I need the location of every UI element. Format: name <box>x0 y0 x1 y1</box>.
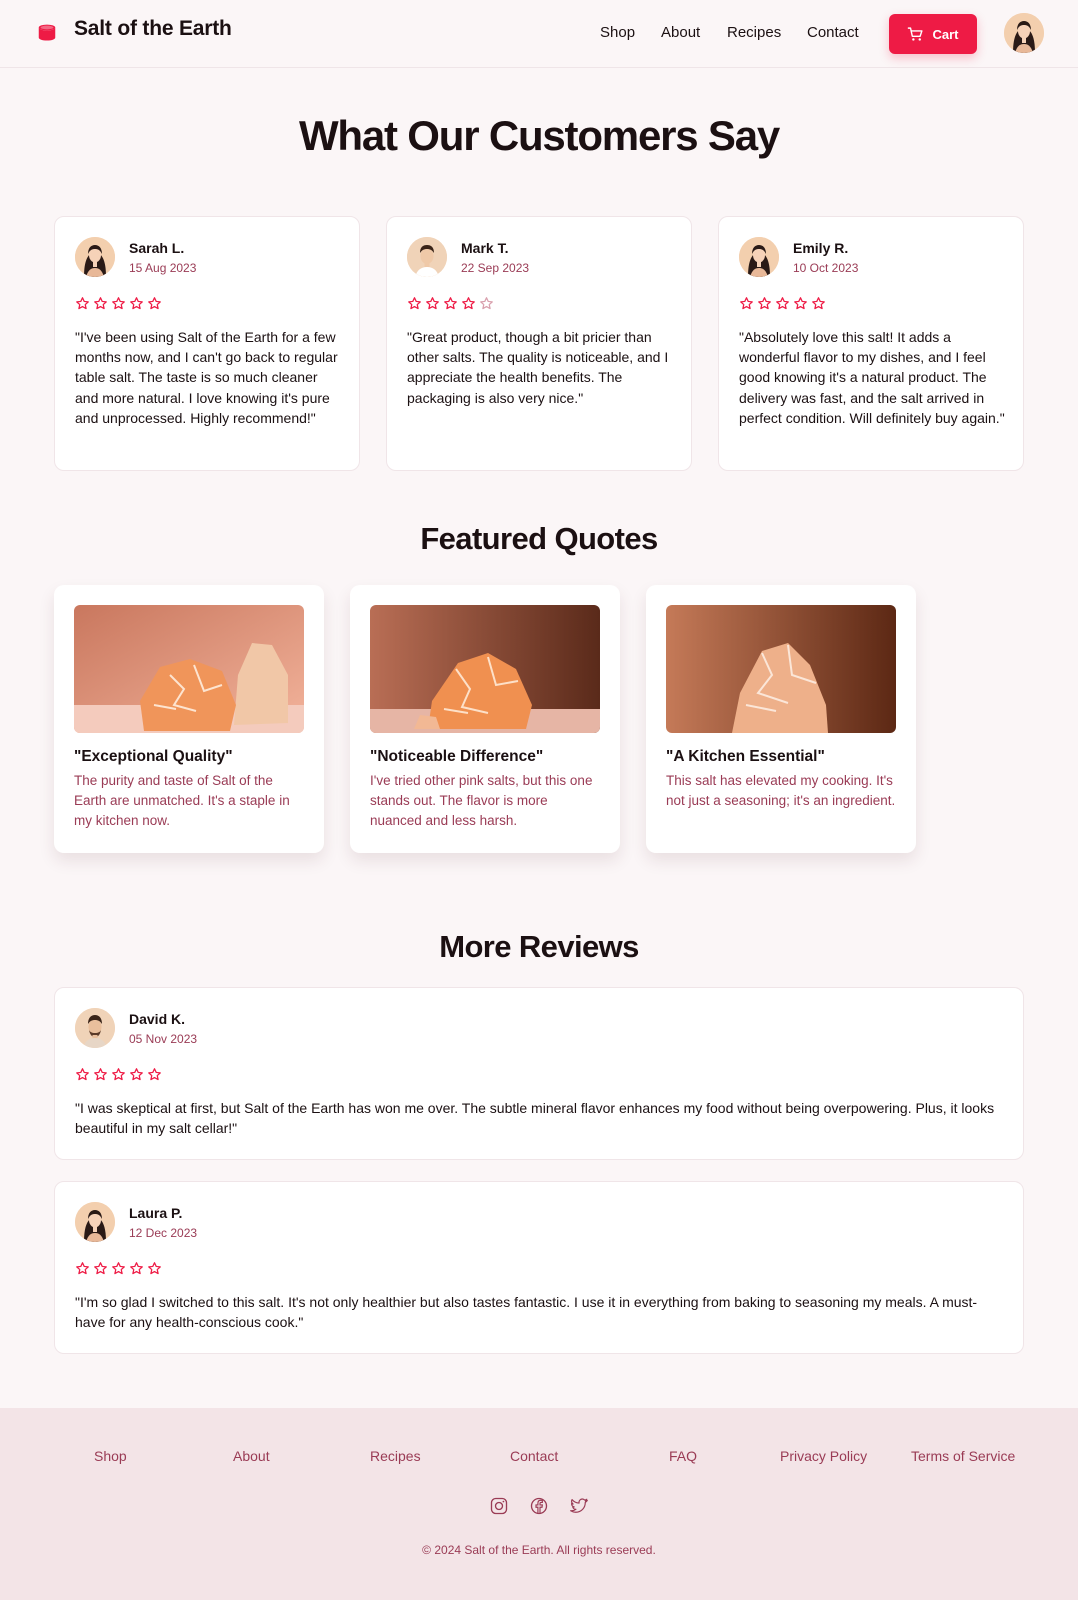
star-icon <box>793 296 808 311</box>
instagram-icon[interactable] <box>489 1496 509 1516</box>
cart-icon <box>908 26 924 41</box>
quote-text: This salt has elevated my cooking. It's … <box>666 773 896 809</box>
review-date: 05 Nov 2023 <box>129 1032 198 1046</box>
footer-link-shop[interactable]: Shop <box>94 1448 127 1464</box>
salt-rock-image <box>370 605 600 733</box>
review-card: David K. 05 Nov 2023 "I was skeptical at… <box>54 987 1024 1160</box>
brand-name[interactable]: Salt of the Earth <box>74 17 232 41</box>
star-icon <box>93 1067 108 1082</box>
star-icon <box>461 296 476 311</box>
salt-rock-image <box>74 605 304 733</box>
featured-quote-card: "Noticeable Difference" I've tried other… <box>350 585 620 853</box>
star-icon <box>757 296 772 311</box>
review-text: "I'm so glad I switched to this salt. It… <box>75 1294 978 1331</box>
review-text: "I've been using Salt of the Earth for a… <box>75 329 338 426</box>
star-rating <box>75 296 162 311</box>
review-card: Laura P. 12 Dec 2023 "I'm so glad I swit… <box>54 1181 1024 1354</box>
star-icon <box>147 296 162 311</box>
star-icon <box>93 296 108 311</box>
star-rating <box>407 296 494 311</box>
reviewer-avatar <box>407 237 447 277</box>
user-avatar[interactable] <box>1004 13 1044 53</box>
quote-text: The purity and taste of Salt of the Eart… <box>74 773 290 829</box>
reviewer-avatar <box>75 1008 115 1048</box>
reviewer-name: Sarah L. <box>129 240 185 256</box>
review-date: 10 Oct 2023 <box>793 261 859 275</box>
testimonials-heading: What Our Customers Say <box>298 112 780 159</box>
star-icon <box>811 296 826 311</box>
review-card: Mark T. 22 Sep 2023 "Great product, thou… <box>386 216 692 471</box>
star-icon <box>147 1261 162 1276</box>
star-icon <box>775 296 790 311</box>
footer-link-terms[interactable]: Terms of Service <box>911 1448 1015 1464</box>
star-icon <box>75 1261 90 1276</box>
star-icon <box>129 1067 144 1082</box>
star-icon <box>425 296 440 311</box>
star-icon <box>75 1067 90 1082</box>
star-icon <box>129 1261 144 1276</box>
featured-quote-card: "A Kitchen Essential" This salt has elev… <box>646 585 916 853</box>
review-text: "Absolutely love this salt! It adds a wo… <box>739 329 1005 426</box>
quote-title: "A Kitchen Essential" <box>666 748 825 765</box>
reviewer-name: Emily R. <box>793 240 849 256</box>
cart-button[interactable]: Cart <box>889 14 977 54</box>
nav-shop[interactable]: Shop <box>600 24 635 41</box>
review-date: 22 Sep 2023 <box>461 261 530 275</box>
nav-contact[interactable]: Contact <box>807 24 859 41</box>
star-icon <box>739 296 754 311</box>
review-date: 12 Dec 2023 <box>129 1226 198 1240</box>
copyright-text: © 2024 Salt of the Earth. All rights res… <box>422 1543 656 1557</box>
footer-link-recipes[interactable]: Recipes <box>370 1448 421 1464</box>
featured-heading: Featured Quotes <box>420 521 658 556</box>
site-header: Salt of the Earth Shop About Recipes Con… <box>0 0 1078 68</box>
more-reviews-heading: More Reviews <box>439 929 639 964</box>
footer-link-faq[interactable]: FAQ <box>669 1448 697 1464</box>
star-empty-icon <box>479 296 494 311</box>
featured-quote-card: "Exceptional Quality" The purity and tas… <box>54 585 324 853</box>
review-card: Emily R. 10 Oct 2023 "Absolutely love th… <box>718 216 1024 471</box>
reviewer-name: Laura P. <box>129 1205 183 1221</box>
reviewer-avatar <box>75 237 115 277</box>
star-icon <box>111 1067 126 1082</box>
cart-label: Cart <box>932 26 959 42</box>
reviewer-avatar <box>739 237 779 277</box>
nav-recipes[interactable]: Recipes <box>727 24 781 41</box>
salt-shaker-icon[interactable] <box>36 22 58 44</box>
review-card: Sarah L. 15 Aug 2023 "I've been using Sa… <box>54 216 360 471</box>
facebook-icon[interactable] <box>529 1496 549 1516</box>
star-icon <box>93 1261 108 1276</box>
footer-link-about[interactable]: About <box>233 1448 270 1464</box>
star-icon <box>75 296 90 311</box>
star-rating <box>75 1067 162 1082</box>
reviewer-name: David K. <box>129 1011 186 1027</box>
quote-title: "Noticeable Difference" <box>370 748 544 765</box>
twitter-icon[interactable] <box>569 1496 589 1516</box>
salt-rock-image <box>666 605 896 733</box>
star-icon <box>111 1261 126 1276</box>
quote-title: "Exceptional Quality" <box>74 748 233 765</box>
star-icon <box>129 296 144 311</box>
review-text: "Great product, though a bit pricier tha… <box>407 329 669 406</box>
review-date: 15 Aug 2023 <box>129 261 197 275</box>
review-text: "I was skeptical at first, but Salt of t… <box>75 1100 995 1137</box>
footer-link-privacy[interactable]: Privacy Policy <box>780 1448 867 1464</box>
star-rating <box>739 296 826 311</box>
footer-link-contact[interactable]: Contact <box>510 1448 558 1464</box>
star-icon <box>147 1067 162 1082</box>
star-rating <box>75 1261 162 1276</box>
quote-text: I've tried other pink salts, but this on… <box>370 773 593 829</box>
star-icon <box>111 296 126 311</box>
nav-about[interactable]: About <box>661 24 700 41</box>
reviewer-name: Mark T. <box>461 240 509 256</box>
star-icon <box>443 296 458 311</box>
reviewer-avatar <box>75 1202 115 1242</box>
star-icon <box>407 296 422 311</box>
